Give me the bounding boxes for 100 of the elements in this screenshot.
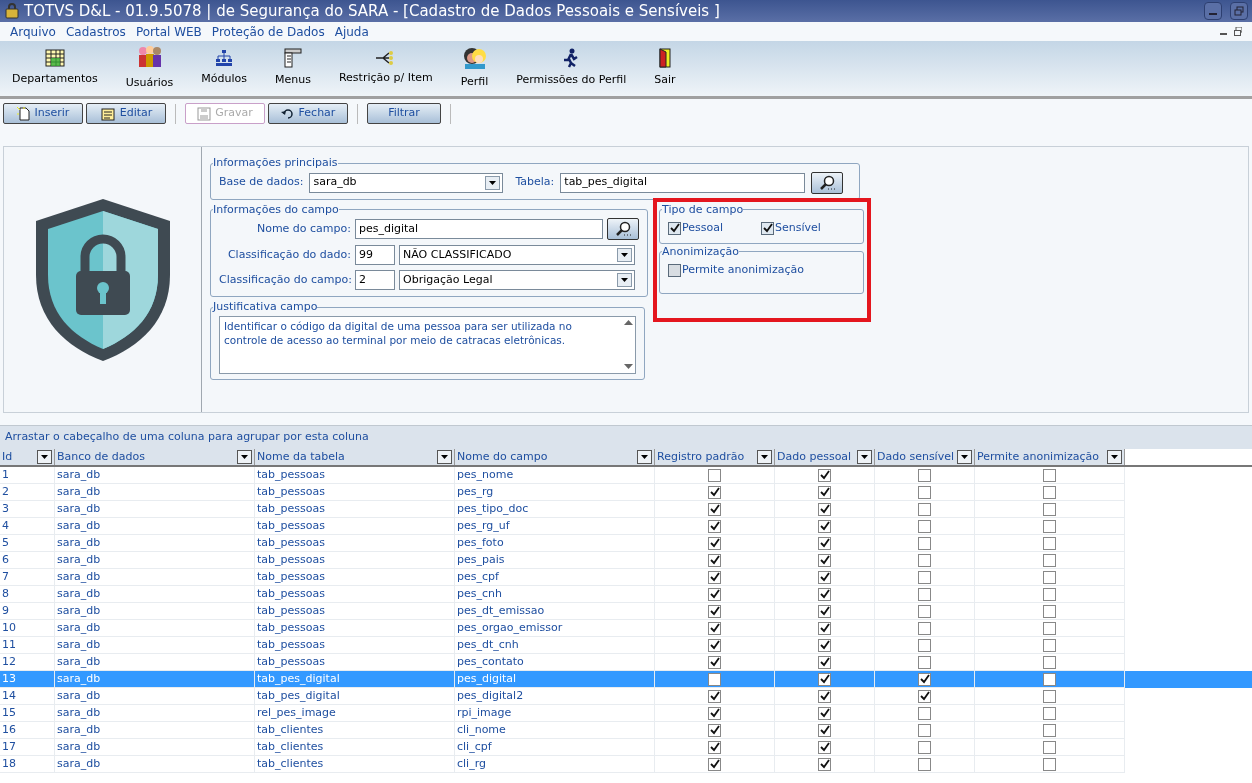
search-button[interactable] bbox=[607, 218, 639, 240]
checkbox[interactable] bbox=[1043, 485, 1056, 499]
checkbox[interactable] bbox=[818, 740, 831, 754]
checkbox[interactable]: Sensível bbox=[761, 220, 821, 237]
column-header[interactable]: Id bbox=[0, 449, 55, 465]
toolbar-button[interactable]: Restrição p/ Item bbox=[332, 41, 439, 96]
column-header[interactable]: Nome do campo bbox=[455, 449, 655, 465]
checkbox[interactable] bbox=[918, 502, 931, 516]
dropdown[interactable]: Obrigação Legal bbox=[399, 270, 635, 290]
checkbox[interactable] bbox=[918, 553, 931, 567]
checkbox[interactable] bbox=[818, 587, 831, 601]
checkbox[interactable] bbox=[818, 621, 831, 635]
menu-item[interactable]: Portal WEB bbox=[135, 22, 202, 41]
checkbox[interactable] bbox=[708, 587, 721, 601]
search-button[interactable] bbox=[811, 171, 844, 194]
checkbox[interactable] bbox=[708, 655, 721, 669]
checkbox[interactable] bbox=[708, 723, 721, 737]
checkbox[interactable] bbox=[1043, 536, 1056, 550]
checkbox[interactable] bbox=[1043, 672, 1056, 686]
checkbox[interactable] bbox=[818, 468, 831, 482]
toolbar-button[interactable]: Menus bbox=[269, 41, 317, 96]
checkbox[interactable] bbox=[708, 570, 721, 584]
checkbox[interactable] bbox=[818, 485, 831, 499]
column-header[interactable]: Registro padrão bbox=[655, 449, 775, 465]
checkbox[interactable] bbox=[708, 757, 721, 771]
checkbox[interactable] bbox=[1043, 655, 1056, 669]
column-header[interactable]: Dado sensível bbox=[875, 449, 975, 465]
action-button[interactable]: Editar bbox=[86, 103, 166, 124]
checkbox[interactable] bbox=[918, 468, 931, 482]
checkbox[interactable] bbox=[818, 553, 831, 567]
checkbox[interactable] bbox=[918, 621, 931, 635]
checkbox[interactable] bbox=[708, 536, 721, 550]
checkbox[interactable] bbox=[1043, 740, 1056, 754]
checkbox[interactable] bbox=[1043, 502, 1056, 516]
checkbox[interactable] bbox=[1043, 689, 1056, 703]
checkbox[interactable] bbox=[818, 757, 831, 771]
checkbox[interactable] bbox=[918, 672, 931, 686]
action-button[interactable]: Inserir bbox=[3, 103, 83, 124]
checkbox[interactable] bbox=[708, 553, 721, 567]
toolbar-button[interactable]: Módulos bbox=[195, 41, 253, 96]
checkbox[interactable] bbox=[918, 757, 931, 771]
menu-item[interactable]: Arquivo bbox=[10, 22, 56, 41]
minimize-button[interactable] bbox=[1204, 2, 1222, 20]
checkbox[interactable] bbox=[708, 740, 721, 754]
column-header[interactable]: Permite anonimização bbox=[975, 449, 1125, 465]
checkbox[interactable] bbox=[1043, 723, 1056, 737]
checkbox[interactable] bbox=[708, 689, 721, 703]
checkbox[interactable] bbox=[818, 655, 831, 669]
input-field[interactable]: 99 bbox=[355, 245, 395, 265]
checkbox[interactable] bbox=[1043, 570, 1056, 584]
toolbar-button[interactable]: Usuários bbox=[119, 41, 180, 96]
checkbox[interactable] bbox=[918, 689, 931, 703]
checkbox[interactable] bbox=[708, 706, 721, 720]
dropdown[interactable]: NÃO CLASSIFICADO bbox=[399, 245, 635, 265]
toolbar-button[interactable]: Perfil bbox=[454, 41, 495, 96]
checkbox[interactable] bbox=[918, 740, 931, 754]
checkbox[interactable] bbox=[708, 638, 721, 652]
checkbox[interactable] bbox=[708, 519, 721, 533]
input-field[interactable]: 2 bbox=[355, 270, 395, 290]
checkbox[interactable] bbox=[818, 689, 831, 703]
restore-button[interactable] bbox=[1230, 2, 1248, 20]
input-field[interactable]: pes_digital bbox=[355, 219, 603, 239]
toolbar-button[interactable]: Permissões do Perfil bbox=[510, 41, 633, 96]
checkbox[interactable] bbox=[708, 502, 721, 516]
checkbox[interactable] bbox=[708, 485, 721, 499]
checkbox[interactable]: Pessoal bbox=[668, 220, 723, 237]
checkbox[interactable] bbox=[1043, 468, 1056, 482]
checkbox[interactable] bbox=[818, 502, 831, 516]
checkbox[interactable] bbox=[918, 723, 931, 737]
checkbox[interactable] bbox=[1043, 638, 1056, 652]
checkbox[interactable] bbox=[918, 706, 931, 720]
checkbox[interactable] bbox=[918, 519, 931, 533]
checkbox[interactable] bbox=[818, 706, 831, 720]
checkbox[interactable] bbox=[818, 519, 831, 533]
checkbox[interactable] bbox=[818, 536, 831, 550]
column-header[interactable]: Nome da tabela bbox=[255, 449, 455, 465]
checkbox[interactable] bbox=[818, 723, 831, 737]
text-area[interactable]: Identificar o código da digital de uma pessoa para ser utilizada no controle de acesso ao terminal por meio de catracas eletrônicas. bbox=[219, 315, 636, 374]
checkbox[interactable] bbox=[708, 468, 721, 482]
column-header[interactable]: Banco de dados bbox=[55, 449, 255, 465]
checkbox[interactable] bbox=[918, 604, 931, 618]
checkbox[interactable] bbox=[918, 536, 931, 550]
checkbox[interactable] bbox=[1043, 621, 1056, 635]
toolbar-button[interactable]: Departamentos bbox=[6, 41, 104, 96]
action-button[interactable]: Filtrar bbox=[367, 103, 441, 124]
checkbox[interactable] bbox=[818, 570, 831, 584]
checkbox[interactable] bbox=[1043, 519, 1056, 533]
menu-item[interactable]: Cadastros bbox=[65, 22, 126, 41]
checkbox[interactable] bbox=[1043, 757, 1056, 771]
checkbox[interactable] bbox=[918, 655, 931, 669]
dropdown[interactable]: sara_db bbox=[309, 172, 504, 193]
checkbox[interactable] bbox=[708, 672, 721, 686]
checkbox[interactable] bbox=[708, 604, 721, 618]
toolbar-button[interactable]: Sair bbox=[648, 41, 682, 96]
checkbox[interactable] bbox=[918, 570, 931, 584]
column-header[interactable]: Dado pessoal bbox=[775, 449, 875, 465]
checkbox[interactable] bbox=[1043, 587, 1056, 601]
checkbox[interactable] bbox=[1043, 706, 1056, 720]
checkbox[interactable] bbox=[918, 638, 931, 652]
input-field[interactable]: tab_pes_digital bbox=[560, 172, 806, 193]
